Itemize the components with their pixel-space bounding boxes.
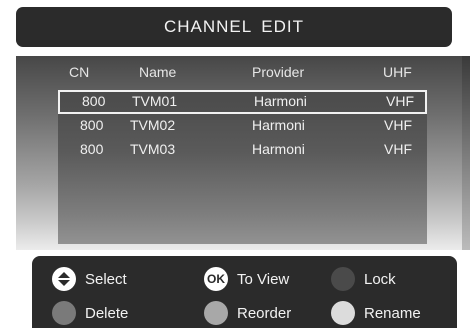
rename-button[interactable]: Rename — [331, 300, 421, 326]
reorder-label: Reorder — [237, 304, 292, 322]
up-down-arrow-icon — [52, 267, 76, 291]
button-legend: Select OK To View Lock Delete Reorder Re… — [32, 256, 457, 328]
channel-number: 800 — [80, 141, 104, 157]
channel-row[interactable]: 800 TVM03 Harmoni VHF — [58, 138, 427, 162]
header-cn: CN — [69, 64, 90, 80]
lock-button[interactable]: Lock — [331, 266, 396, 292]
channel-provider: Harmoni — [252, 141, 305, 157]
page-title: CHANNEL EDIT — [163, 17, 305, 36]
channel-name: TVM02 — [130, 117, 176, 133]
delete-button[interactable]: Delete — [52, 300, 128, 326]
channel-row[interactable]: 800 TVM02 Harmoni VHF — [58, 114, 427, 138]
to-view-button[interactable]: OK To View — [204, 266, 289, 292]
header-provider: Provider — [252, 64, 305, 80]
delete-label: Delete — [85, 304, 129, 322]
lock-button-icon — [331, 267, 355, 291]
delete-button-icon — [52, 301, 76, 325]
channel-name: TVM01 — [132, 93, 178, 109]
select-button[interactable]: Select — [52, 266, 127, 292]
rename-label: Rename — [364, 304, 421, 322]
reorder-button-icon — [204, 301, 228, 325]
channel-list: 800 TVM01 Harmoni VHF 800 TVM02 Harmoni … — [58, 90, 427, 244]
column-headers: CN Name Provider UHF — [0, 64, 470, 84]
channel-edit-screen: CHANNEL EDIT CN Name Provider UHF 800 TV… — [0, 0, 470, 328]
select-label: Select — [85, 270, 127, 288]
channel-row[interactable]: 800 TVM01 Harmoni VHF — [58, 90, 427, 114]
channel-band: VHF — [386, 93, 414, 109]
rename-button-icon — [331, 301, 355, 325]
reorder-button[interactable]: Reorder — [204, 300, 291, 326]
to-view-label: To View — [237, 270, 290, 288]
channel-band: VHF — [384, 117, 412, 133]
title-bar: CHANNEL EDIT — [16, 7, 452, 47]
channel-number: 800 — [80, 117, 104, 133]
panel-edge — [462, 56, 470, 250]
channel-name: TVM03 — [130, 141, 176, 157]
channel-provider: Harmoni — [254, 93, 307, 109]
header-band: UHF — [383, 64, 412, 80]
channel-provider: Harmoni — [252, 117, 305, 133]
ok-icon: OK — [204, 267, 228, 291]
channel-number: 800 — [82, 93, 106, 109]
channel-band: VHF — [384, 141, 412, 157]
header-name: Name — [139, 64, 177, 80]
lock-label: Lock — [364, 270, 396, 288]
